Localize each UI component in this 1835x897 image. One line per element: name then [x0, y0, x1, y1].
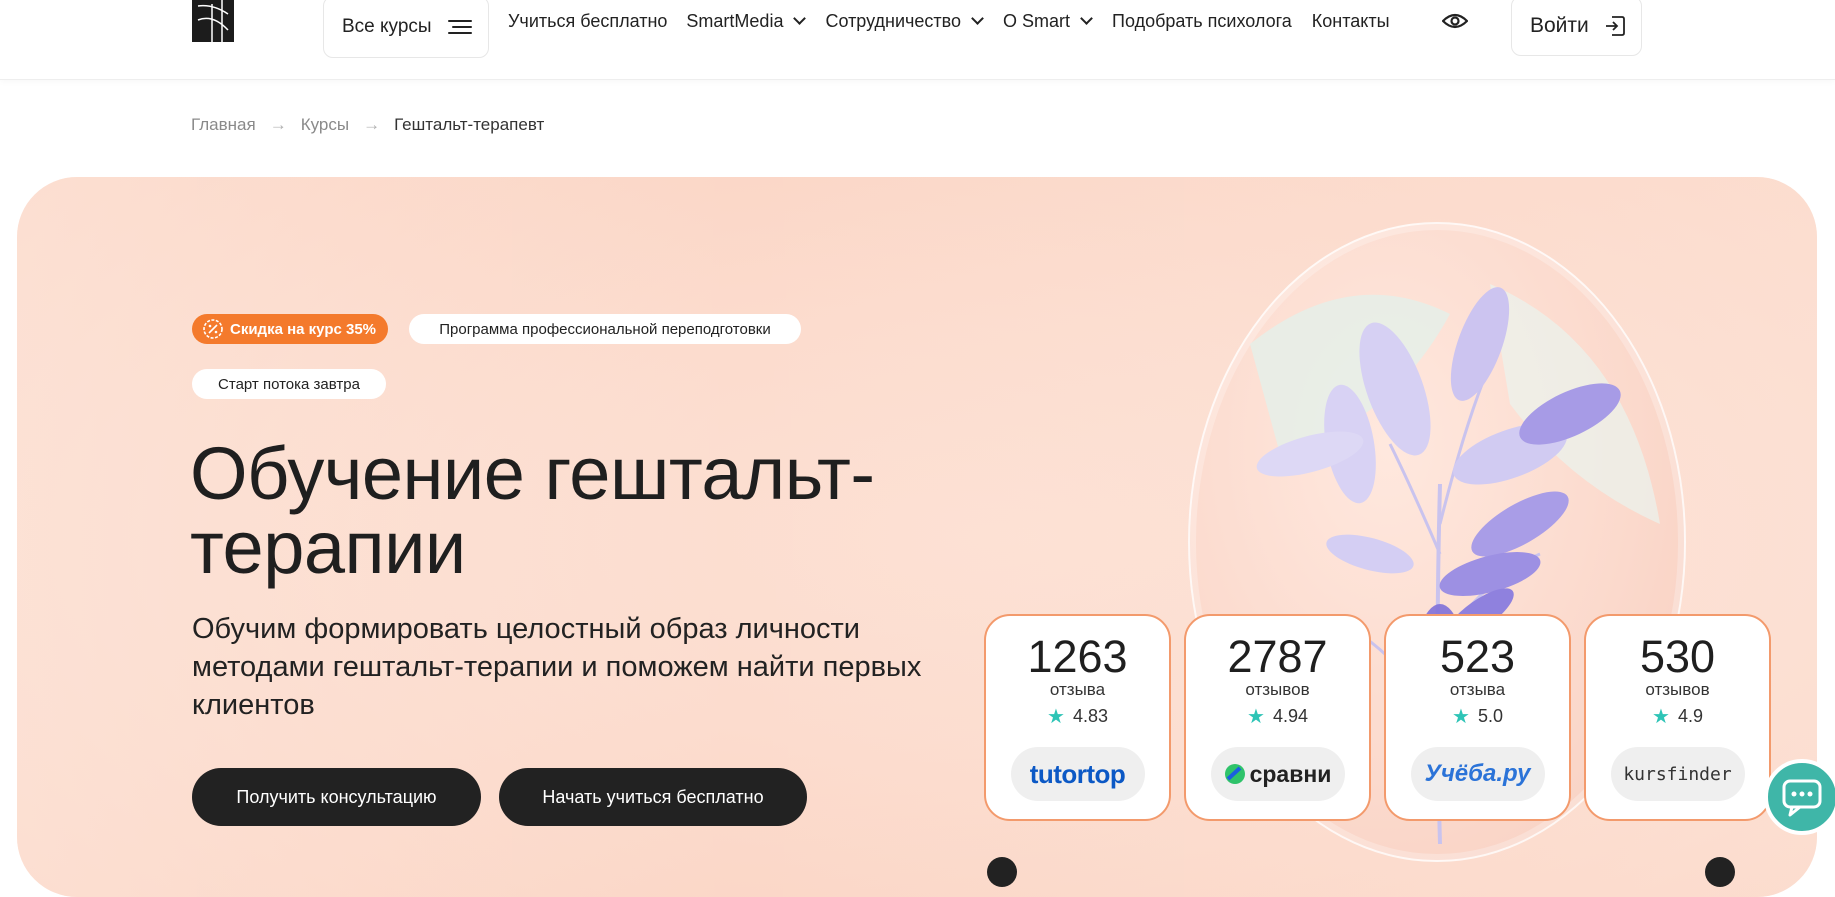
- review-rating: ★ 4.94: [1186, 704, 1369, 729]
- review-rating: ★ 4.83: [986, 704, 1169, 729]
- main-nav: Учиться бесплатно SmartMedia Сотрудничес…: [508, 10, 1390, 32]
- login-icon: [1605, 16, 1625, 36]
- tutortop-logo: tutortop: [1010, 747, 1145, 801]
- discount-badge: Скидка на курс 35%: [192, 314, 389, 344]
- sravni-logo: сравни: [1210, 747, 1345, 801]
- breadcrumb-separator: →: [269, 115, 287, 134]
- nav-item-contacts[interactable]: Контакты: [1312, 11, 1390, 32]
- discount-badge-label: Скидка на курс 35%: [230, 320, 377, 338]
- star-icon: ★: [1247, 706, 1265, 728]
- breadcrumb: Главная → Курсы → Гештальт-терапевт: [191, 115, 544, 135]
- nav-item-psychologist[interactable]: Подобрать психолога: [1112, 11, 1292, 32]
- review-count: 2787: [1227, 631, 1328, 682]
- breadcrumb-current: Гештальт-терапевт: [394, 115, 545, 134]
- nav-label: Сотрудничество: [825, 10, 962, 31]
- review-count: 523: [1439, 631, 1516, 682]
- nav-item-about[interactable]: О Smart: [1003, 10, 1093, 32]
- site-logo[interactable]: [192, 0, 234, 42]
- eye-icon[interactable]: [1442, 12, 1468, 30]
- kursfinder-logo: kursfinder: [1610, 747, 1745, 801]
- breadcrumb-home[interactable]: Главная: [191, 115, 256, 135]
- nav-item-free[interactable]: Учиться бесплатно: [508, 11, 667, 32]
- breadcrumb-separator: →: [363, 115, 381, 134]
- review-card-ucheba[interactable]: 523 отзыва ★ 5.0 Учёба.ру: [1384, 614, 1571, 821]
- review-card-kursfinder[interactable]: 530 отзывов ★ 4.9 kursfinder: [1584, 614, 1771, 821]
- rating-value: 5.0: [1477, 706, 1503, 726]
- star-icon: ★: [1652, 706, 1670, 728]
- nav-label: Учиться бесплатно: [508, 10, 668, 31]
- page-title: Обучение гештальт-терапии: [190, 432, 875, 589]
- all-courses-button[interactable]: Все курсы: [323, 0, 489, 58]
- review-label: отзывов: [1645, 680, 1710, 699]
- get-consultation-button[interactable]: Получить консультацию: [192, 768, 481, 826]
- nav-item-smartmedia[interactable]: SmartMedia: [686, 10, 807, 32]
- chevron-down-icon: [793, 12, 807, 25]
- review-rating: ★ 4.9: [1586, 704, 1769, 729]
- menu-icon: [447, 20, 472, 34]
- start-badge: Старт потока завтра: [192, 369, 386, 399]
- review-label: отзыва: [1449, 680, 1506, 699]
- ucheba-logo: Учёба.ру: [1410, 747, 1545, 801]
- login-button[interactable]: Войти: [1511, 0, 1642, 56]
- star-icon: ★: [1452, 706, 1470, 728]
- chat-button[interactable]: [1764, 759, 1835, 835]
- rating-value: 4.94: [1272, 706, 1308, 726]
- review-card-sravni[interactable]: 2787 отзывов ★ 4.94 сравни: [1184, 614, 1371, 821]
- logo-mark-icon: [197, 0, 229, 42]
- chevron-down-icon: [1080, 12, 1093, 25]
- nav-label: Контакты: [1311, 10, 1390, 31]
- start-free-button[interactable]: Начать учиться бесплатно: [499, 768, 807, 826]
- review-label: отзывов: [1245, 680, 1310, 699]
- source-name: kursfinder: [1623, 763, 1732, 785]
- review-count: 1263: [1027, 631, 1128, 682]
- rating-value: 4.9: [1677, 706, 1703, 726]
- page-subtitle: Обучим формировать целостный образ лично…: [192, 613, 922, 721]
- chevron-down-icon: [971, 12, 984, 25]
- source-name: сравни: [1249, 760, 1332, 787]
- source-name: tutortop: [1029, 758, 1126, 789]
- discount-icon: [203, 319, 223, 339]
- review-card-tutortop[interactable]: 1263 отзыва ★ 4.83 tutortop: [984, 614, 1171, 821]
- chat-icon: [1782, 779, 1822, 817]
- rating-value: 4.83: [1072, 706, 1108, 726]
- program-badge: Программа профессиональной переподготовк…: [409, 314, 801, 344]
- nav-label: О Smart: [1003, 10, 1071, 31]
- breadcrumb-courses[interactable]: Курсы: [301, 115, 349, 135]
- review-count: 530: [1639, 631, 1716, 682]
- all-courses-label: Все курсы: [342, 16, 432, 37]
- site-header: Все курсы Учиться бесплатно SmartMedia С…: [0, 0, 1835, 80]
- nav-label: Подобрать психолога: [1112, 10, 1292, 31]
- nav-label: SmartMedia: [686, 10, 784, 31]
- star-icon: ★: [1047, 706, 1065, 728]
- review-rating: ★ 5.0: [1386, 704, 1569, 729]
- login-label: Войти: [1530, 14, 1589, 37]
- sravni-mark-icon: [1224, 764, 1245, 784]
- source-name: Учёба.ру: [1424, 760, 1531, 787]
- review-label: отзыва: [1049, 680, 1106, 699]
- nav-item-cooperation[interactable]: Сотрудничество: [825, 10, 984, 32]
